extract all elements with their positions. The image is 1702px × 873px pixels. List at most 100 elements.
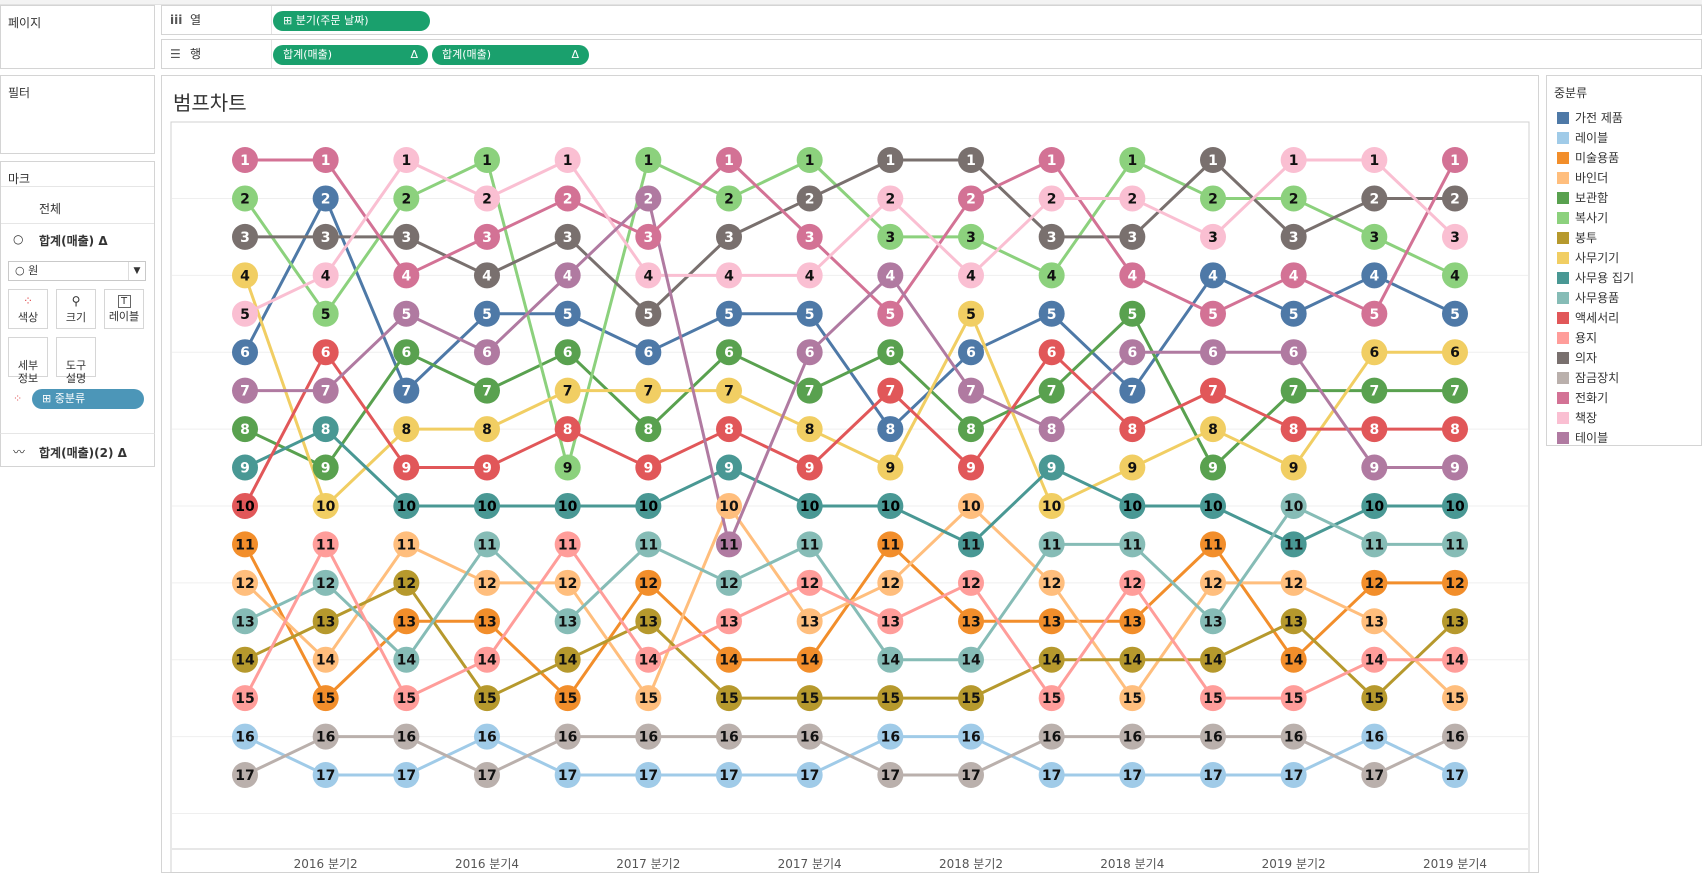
rank-point[interactable]: 10: [635, 492, 662, 519]
rank-point[interactable]: 16: [958, 723, 984, 750]
rank-point[interactable]: 3: [1119, 223, 1146, 250]
rank-point[interactable]: 6: [877, 339, 904, 366]
rank-point[interactable]: 17: [232, 762, 258, 788]
rank-point[interactable]: 6: [796, 339, 823, 366]
rank-point[interactable]: 1: [1442, 147, 1468, 173]
rank-point[interactable]: 6: [958, 339, 984, 366]
rank-point[interactable]: 17: [958, 762, 984, 788]
rank-point[interactable]: 3: [312, 223, 339, 250]
rank-point[interactable]: 8: [554, 416, 581, 443]
rank-point[interactable]: 14: [232, 646, 258, 673]
rank-point[interactable]: 5: [393, 300, 420, 327]
rank-point[interactable]: 15: [1200, 685, 1226, 712]
rank-point[interactable]: 11: [393, 531, 420, 558]
series-line[interactable]: [244, 735, 1456, 777]
rank-point[interactable]: 8: [1361, 416, 1388, 443]
rank-point[interactable]: 13: [1280, 608, 1307, 635]
rank-point[interactable]: 9: [1200, 454, 1226, 481]
rank-point[interactable]: 4: [474, 262, 500, 289]
rank-point[interactable]: 4: [232, 262, 258, 289]
rank-point[interactable]: 17: [1200, 762, 1226, 788]
rank-point[interactable]: 6: [1038, 339, 1065, 366]
rank-point[interactable]: 16: [1119, 723, 1146, 750]
rank-point[interactable]: 17: [877, 762, 904, 788]
rank-point[interactable]: 14: [474, 646, 500, 673]
rank-point[interactable]: 7: [474, 377, 500, 404]
rank-point[interactable]: 1: [1280, 147, 1307, 173]
rank-point[interactable]: 9: [958, 454, 984, 481]
rank-point[interactable]: 10: [312, 492, 339, 519]
series-line[interactable]: [243, 274, 1455, 508]
rank-point[interactable]: 11: [312, 531, 339, 558]
rank-point[interactable]: 10: [1119, 492, 1146, 519]
rank-point[interactable]: 1: [232, 147, 258, 173]
rank-point[interactable]: 12: [1119, 569, 1146, 596]
rank-point[interactable]: 16: [312, 723, 339, 750]
rank-point[interactable]: 17: [474, 762, 500, 788]
rank-point[interactable]: 1: [635, 147, 662, 173]
rank-point[interactable]: 6: [1280, 339, 1307, 366]
rank-point[interactable]: 13: [554, 608, 581, 635]
rank-point[interactable]: 4: [1361, 262, 1388, 289]
rank-point[interactable]: 15: [716, 685, 742, 712]
rank-point[interactable]: 14: [393, 646, 420, 673]
rank-point[interactable]: 5: [635, 300, 662, 327]
rank-point[interactable]: 16: [877, 723, 904, 750]
rank-point[interactable]: 14: [1280, 646, 1307, 673]
rank-point[interactable]: 16: [1361, 723, 1388, 750]
rank-point[interactable]: 1: [1361, 147, 1388, 173]
rank-point[interactable]: 9: [393, 454, 420, 481]
rank-point[interactable]: 8: [635, 416, 662, 443]
rank-point[interactable]: 14: [1200, 646, 1226, 673]
rank-point[interactable]: 4: [1119, 262, 1146, 289]
rank-point[interactable]: 11: [1200, 531, 1226, 558]
rank-point[interactable]: 8: [1200, 416, 1226, 443]
rank-point[interactable]: 3: [796, 223, 823, 250]
rank-point[interactable]: 9: [1280, 454, 1307, 481]
rank-point[interactable]: 15: [232, 685, 258, 712]
rank-point[interactable]: 13: [1038, 608, 1065, 635]
rank-point[interactable]: 9: [1038, 454, 1065, 481]
rank-point[interactable]: 14: [1442, 646, 1468, 673]
rank-point[interactable]: 3: [1442, 223, 1468, 250]
rank-point[interactable]: 14: [958, 646, 984, 673]
rank-point[interactable]: 2: [716, 185, 742, 212]
rank-point[interactable]: 3: [1200, 223, 1226, 250]
rank-point[interactable]: 6: [554, 339, 581, 366]
series-line[interactable]: [243, 542, 1455, 700]
rank-point[interactable]: 7: [1038, 377, 1065, 404]
rank-point[interactable]: 7: [554, 377, 581, 404]
rank-point[interactable]: 11: [958, 531, 984, 558]
rank-point[interactable]: 15: [474, 685, 500, 712]
rank-point[interactable]: 7: [635, 377, 662, 404]
bump-chart[interactable]: 6275 565 5865745451617 171617 17 17 1716 1617 17…: [0, 0, 1702, 873]
rank-point[interactable]: 6: [232, 339, 258, 366]
rank-point[interactable]: 11: [232, 531, 258, 558]
rank-point[interactable]: 13: [1119, 608, 1146, 635]
rank-point[interactable]: 14: [312, 646, 339, 673]
rank-point[interactable]: 6: [393, 339, 420, 366]
rank-point[interactable]: 3: [474, 223, 500, 250]
rank-point[interactable]: 4: [958, 262, 984, 289]
rank-point[interactable]: 13: [877, 608, 904, 635]
rank-point[interactable]: 11: [474, 531, 500, 558]
rank-point[interactable]: 15: [1119, 685, 1146, 712]
rank-point[interactable]: 11: [1038, 531, 1065, 558]
rank-point[interactable]: 4: [635, 262, 662, 289]
rank-point[interactable]: 6: [312, 339, 339, 366]
rank-point[interactable]: 16: [554, 723, 581, 750]
rank-point[interactable]: 9: [1119, 454, 1146, 481]
series-line[interactable]: [244, 158, 1457, 316]
series-line[interactable]: [244, 312, 1455, 469]
rank-point[interactable]: 1: [474, 147, 500, 173]
rank-point[interactable]: 17: [1038, 762, 1065, 788]
rank-point[interactable]: 14: [635, 646, 662, 673]
rank-point[interactable]: 8: [1119, 416, 1146, 443]
rank-point[interactable]: 11: [1119, 531, 1146, 558]
rank-point[interactable]: 4: [393, 262, 420, 289]
rank-point[interactable]: 9: [232, 454, 258, 481]
rank-point[interactable]: 1: [1119, 147, 1146, 173]
rank-point[interactable]: 8: [1442, 416, 1468, 443]
rank-point[interactable]: 9: [312, 454, 339, 481]
rank-point[interactable]: 5: [1280, 300, 1307, 327]
